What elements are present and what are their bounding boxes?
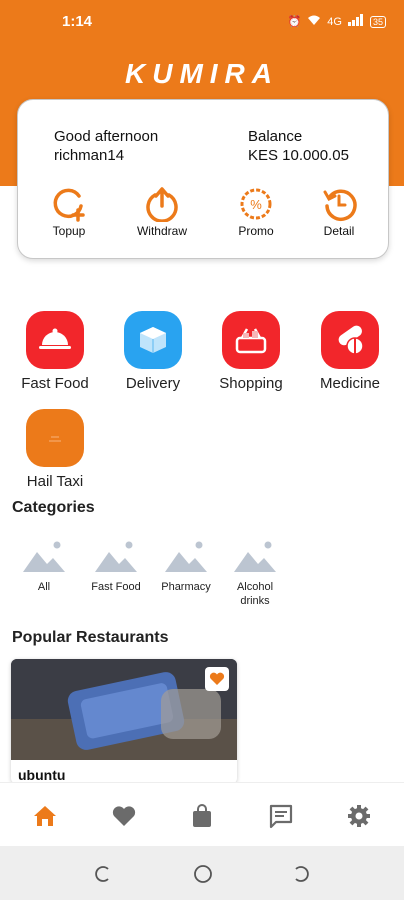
favorite-button[interactable] [205, 667, 229, 691]
service-shopping[interactable]: Shopping [203, 311, 299, 392]
service-label: Shopping [219, 375, 283, 392]
quick-actions: Topup Withdraw % Promo Detail [18, 186, 388, 246]
account-card: Good afternoon richman14 Balance KES 10.… [17, 99, 389, 259]
promo-icon: % [240, 188, 272, 220]
status-bar: 1:14 ⏰ 4G 35 [0, 0, 404, 44]
bottom-navigation [0, 782, 404, 847]
nav-favorites[interactable] [111, 803, 139, 831]
restaurant-image [11, 659, 237, 760]
category-alcohol-drinks[interactable]: Alcohol drinks [220, 540, 290, 608]
bag-icon [193, 804, 211, 827]
nav-home[interactable] [32, 803, 60, 831]
alarm-icon: ⏰ [287, 16, 302, 28]
service-label: Delivery [125, 375, 181, 392]
recents-icon[interactable] [94, 865, 112, 883]
battery-icon: 35 [369, 15, 386, 28]
image-placeholder-icon [165, 541, 207, 572]
heart-icon [112, 806, 136, 826]
heart-icon [209, 672, 225, 685]
image-placeholder-icon [23, 541, 65, 572]
promo-label: Promo [238, 224, 274, 238]
topup-label: Topup [52, 224, 86, 238]
image-placeholder-icon [95, 541, 137, 572]
category-all[interactable]: All [9, 540, 79, 594]
chat-icon [269, 804, 293, 829]
service-delivery[interactable]: Delivery [105, 311, 201, 392]
detail-button[interactable]: Detail [304, 186, 374, 238]
topup-icon [53, 188, 85, 222]
service-hail-taxi[interactable]: Hail Taxi [7, 409, 103, 490]
package-icon [124, 311, 182, 369]
service-medicine[interactable]: Medicine [302, 311, 398, 392]
home-icon [34, 806, 56, 826]
category-label: All [37, 581, 51, 593]
nav-messages[interactable] [268, 803, 296, 831]
username-text: richman14 [54, 147, 125, 164]
categories-title: Categories [12, 499, 95, 516]
service-label: Medicine [319, 375, 381, 392]
category-label: Alcohol drinks [236, 581, 274, 607]
home-circle-icon[interactable] [193, 864, 213, 884]
back-icon[interactable] [292, 865, 310, 883]
balance-block: Balance KES 10.000.05 [248, 127, 349, 165]
category-fast-food[interactable]: Fast Food [81, 540, 151, 594]
popular-restaurants-title: Popular Restaurants [12, 629, 169, 646]
nav-settings[interactable] [346, 803, 374, 831]
battery-level: 35 [372, 16, 383, 27]
pills-icon [321, 311, 379, 369]
gear-icon [348, 805, 370, 827]
balance-label: Balance [248, 128, 303, 145]
category-pharmacy[interactable]: Pharmacy [151, 540, 221, 594]
taxi-icon [26, 409, 84, 467]
status-time: 1:14 [62, 13, 93, 30]
nav-shop[interactable] [189, 803, 217, 831]
history-icon [323, 189, 357, 221]
withdraw-icon [146, 187, 178, 222]
withdraw-button[interactable]: Withdraw [127, 186, 197, 238]
system-navigation-bar [0, 846, 404, 900]
balance-value: KES 10.000.05 [248, 147, 349, 164]
svg-text:%: % [250, 197, 262, 212]
status-icons: ⏰ 4G 35 [288, 14, 386, 29]
detail-label: Detail [323, 224, 355, 238]
category-label: Fast Food [91, 581, 141, 593]
category-label: Pharmacy [161, 581, 211, 593]
signal-icon [347, 14, 364, 29]
withdraw-label: Withdraw [136, 224, 187, 238]
greeting-text: Good afternoon [54, 128, 159, 145]
service-fast-food[interactable]: Fast Food [7, 311, 103, 392]
greeting-block: Good afternoon richman14 [54, 127, 158, 165]
restaurant-card[interactable]: ubuntu [11, 659, 237, 784]
wifi-icon [307, 14, 321, 29]
topup-button[interactable]: Topup [34, 186, 104, 238]
promo-button[interactable]: % Promo [221, 186, 291, 238]
network-label: 4G [327, 15, 342, 28]
service-label: Fast Food [21, 375, 89, 392]
food-cloche-icon [26, 311, 84, 369]
app-logo: KUMIRA [125, 58, 279, 89]
service-label: Hail Taxi [26, 473, 84, 490]
restaurant-name: ubuntu [18, 767, 66, 783]
basket-icon [222, 311, 280, 369]
image-placeholder-icon [234, 541, 276, 572]
